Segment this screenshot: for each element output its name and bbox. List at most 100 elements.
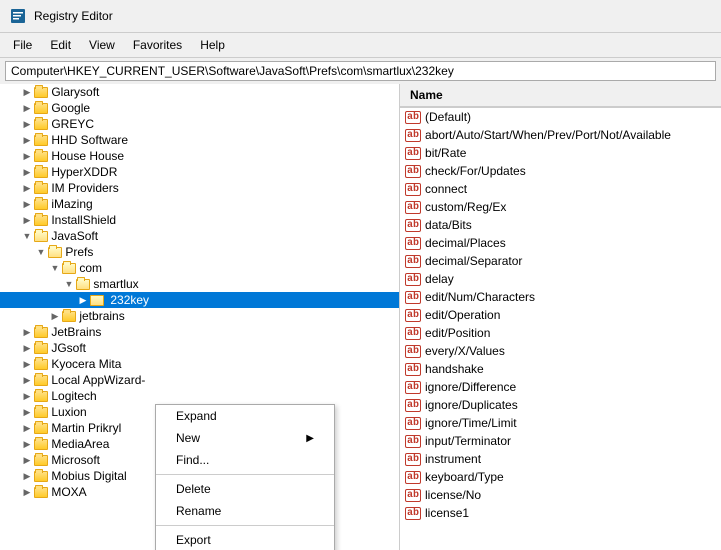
expand-arrow: ▶ bbox=[20, 455, 34, 466]
value-row-instrument[interactable]: ab instrument bbox=[400, 450, 721, 468]
context-menu-delete[interactable]: Delete bbox=[156, 478, 334, 500]
context-menu-export[interactable]: Export bbox=[156, 529, 334, 550]
menu-favorites[interactable]: Favorites bbox=[125, 36, 190, 54]
value-row-decimalplaces[interactable]: ab decimal/Places bbox=[400, 234, 721, 252]
tree-item-kyocera[interactable]: ▶ Kyocera Mita bbox=[0, 356, 399, 372]
value-row-everyxvalues[interactable]: ab every/X/Values bbox=[400, 342, 721, 360]
value-type-icon: ab bbox=[405, 327, 421, 340]
value-name: abort/Auto/Start/When/Prev/Port/Not/Avai… bbox=[425, 128, 716, 142]
value-type-icon: ab bbox=[405, 507, 421, 520]
tree-label: Kyocera Mita bbox=[51, 357, 121, 371]
folder-icon bbox=[34, 231, 48, 242]
menu-edit[interactable]: Edit bbox=[42, 36, 79, 54]
value-row-ignoredifference[interactable]: ab ignore/Difference bbox=[400, 378, 721, 396]
tree-item-jetbrains-sub[interactable]: ▶ jetbrains bbox=[0, 308, 399, 324]
tree-item-232key[interactable]: ▶ 232key bbox=[0, 292, 399, 308]
menu-help[interactable]: Help bbox=[192, 36, 233, 54]
tree-label: jetbrains bbox=[79, 309, 124, 323]
expand-arrow: ▶ bbox=[20, 407, 34, 418]
tree-label: GREYC bbox=[51, 117, 94, 131]
expand-arrow: ▶ bbox=[20, 199, 34, 210]
value-row-connect[interactable]: ab connect bbox=[400, 180, 721, 198]
value-row-license1[interactable]: ab license1 bbox=[400, 504, 721, 522]
value-row-ignoretimelimit[interactable]: ab ignore/Time/Limit bbox=[400, 414, 721, 432]
tree-item-prefs[interactable]: ▼ Prefs bbox=[0, 244, 399, 260]
tree-item-glarysoft[interactable]: ▶ Glarysoft bbox=[0, 84, 399, 100]
context-menu-rename[interactable]: Rename bbox=[156, 500, 334, 522]
expand-arrow: ▶ bbox=[76, 295, 90, 306]
tree-item-greyc[interactable]: ▶ GREYC bbox=[0, 116, 399, 132]
value-name: custom/Reg/Ex bbox=[425, 200, 716, 214]
value-type-icon: ab bbox=[405, 363, 421, 376]
value-name: connect bbox=[425, 182, 716, 196]
tree-item-im-providers[interactable]: ▶ IM Providers bbox=[0, 180, 399, 196]
value-type-icon: ab bbox=[405, 381, 421, 394]
value-name: input/Terminator bbox=[425, 434, 716, 448]
value-type-icon: ab bbox=[405, 309, 421, 322]
tree-label: Google bbox=[51, 101, 90, 115]
tree-item-jgsoft[interactable]: ▶ JGsoft bbox=[0, 340, 399, 356]
value-type-icon: ab bbox=[405, 147, 421, 160]
value-type-icon: ab bbox=[405, 219, 421, 232]
tree-item-jetbrains[interactable]: ▶ JetBrains bbox=[0, 324, 399, 340]
value-row-abort[interactable]: ab abort/Auto/Start/When/Prev/Port/Not/A… bbox=[400, 126, 721, 144]
menu-file[interactable]: File bbox=[5, 36, 40, 54]
value-row-decimalseparator[interactable]: ab decimal/Separator bbox=[400, 252, 721, 270]
tree-label: IM Providers bbox=[51, 181, 118, 195]
value-type-icon: ab bbox=[405, 201, 421, 214]
separator bbox=[156, 474, 334, 475]
title-bar: Registry Editor bbox=[0, 0, 721, 33]
tree-item-hhd[interactable]: ▶ HHD Software bbox=[0, 132, 399, 148]
value-row-licenseno[interactable]: ab license/No bbox=[400, 486, 721, 504]
value-name: delay bbox=[425, 272, 716, 286]
tree-label: JGsoft bbox=[51, 341, 86, 355]
context-menu-expand[interactable]: Expand bbox=[156, 405, 334, 427]
tree-label: JetBrains bbox=[51, 325, 101, 339]
context-menu-find[interactable]: Find... bbox=[156, 449, 334, 471]
folder-icon bbox=[34, 407, 48, 418]
value-row-inputterminator[interactable]: ab input/Terminator bbox=[400, 432, 721, 450]
value-row-checkforupdates[interactable]: ab check/For/Updates bbox=[400, 162, 721, 180]
expand-arrow: ▶ bbox=[20, 327, 34, 338]
tree-item-house-house[interactable]: ▶ House House bbox=[0, 148, 399, 164]
value-type-icon: ab bbox=[405, 237, 421, 250]
tree-item-installshield[interactable]: ▶ InstallShield bbox=[0, 212, 399, 228]
value-name: every/X/Values bbox=[425, 344, 716, 358]
value-row-bitrate[interactable]: ab bit/Rate bbox=[400, 144, 721, 162]
value-row-editoperation[interactable]: ab edit/Operation bbox=[400, 306, 721, 324]
value-row-databits[interactable]: ab data/Bits bbox=[400, 216, 721, 234]
value-row-customregex[interactable]: ab custom/Reg/Ex bbox=[400, 198, 721, 216]
context-menu-new[interactable]: New ▶ bbox=[156, 427, 334, 449]
folder-icon bbox=[62, 263, 76, 274]
folder-icon bbox=[34, 327, 48, 338]
folder-icon bbox=[34, 199, 48, 210]
folder-icon bbox=[34, 471, 48, 482]
tree-item-google[interactable]: ▶ Google bbox=[0, 100, 399, 116]
tree-item-imazing[interactable]: ▶ iMazing bbox=[0, 196, 399, 212]
value-row-editnumcharacters[interactable]: ab edit/Num/Characters bbox=[400, 288, 721, 306]
tree-item-logitech[interactable]: ▶ Logitech bbox=[0, 388, 399, 404]
submenu-arrow-icon: ▶ bbox=[306, 433, 314, 444]
separator bbox=[156, 525, 334, 526]
menu-view[interactable]: View bbox=[81, 36, 123, 54]
tree-item-hyperxddr[interactable]: ▶ HyperXDDR bbox=[0, 164, 399, 180]
folder-icon bbox=[34, 391, 48, 402]
menu-bar: File Edit View Favorites Help bbox=[0, 33, 721, 58]
value-row-ignoreduplicates[interactable]: ab ignore/Duplicates bbox=[400, 396, 721, 414]
value-row-keyboardtype[interactable]: ab keyboard/Type bbox=[400, 468, 721, 486]
value-row-default[interactable]: ab (Default) bbox=[400, 108, 721, 126]
tree-item-smartlux[interactable]: ▼ smartlux bbox=[0, 276, 399, 292]
expand-arrow: ▶ bbox=[20, 103, 34, 114]
value-row-delay[interactable]: ab delay bbox=[400, 270, 721, 288]
tree-label: 232key bbox=[110, 293, 149, 307]
value-row-handshake[interactable]: ab handshake bbox=[400, 360, 721, 378]
tree-item-com[interactable]: ▼ com bbox=[0, 260, 399, 276]
value-name: edit/Operation bbox=[425, 308, 716, 322]
tree-item-javasoft[interactable]: ▼ JavaSoft bbox=[0, 228, 399, 244]
folder-icon bbox=[34, 119, 48, 130]
folder-icon bbox=[34, 103, 48, 114]
tree-item-local-appwizard[interactable]: ▶ Local AppWizard- bbox=[0, 372, 399, 388]
value-name: license1 bbox=[425, 506, 716, 520]
value-row-editposition[interactable]: ab edit/Position bbox=[400, 324, 721, 342]
expand-arrow: ▶ bbox=[20, 471, 34, 482]
